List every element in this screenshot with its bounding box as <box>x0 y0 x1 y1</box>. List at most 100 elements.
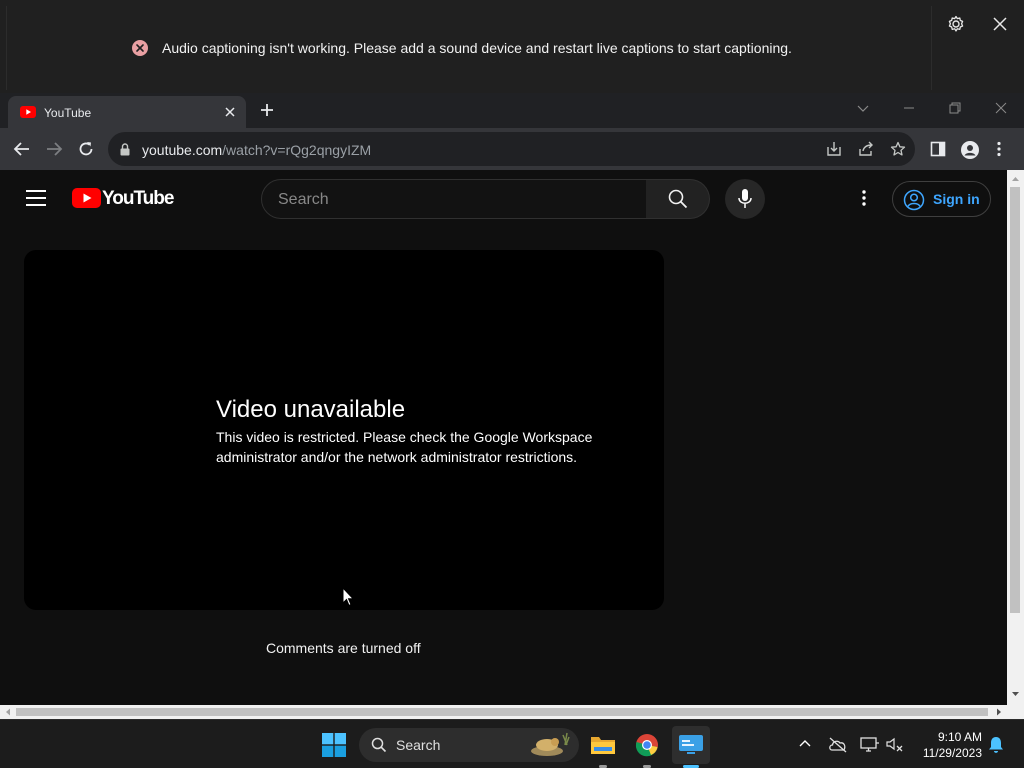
file-explorer-icon <box>591 737 615 754</box>
captions-error-message: Audio captioning isn't working. Please a… <box>162 40 792 56</box>
start-icon <box>322 733 346 757</box>
microphone-icon <box>738 189 752 208</box>
scroll-right-arrow-icon <box>997 708 1001 716</box>
browser-tab-strip: YouTube <box>0 93 1024 128</box>
onedrive-button[interactable] <box>828 737 848 753</box>
youtube-header: YouTube Sign in <box>0 170 1007 226</box>
search-icon <box>668 189 688 209</box>
search-highlight-icon <box>525 731 573 759</box>
youtube-search-button[interactable] <box>646 179 710 219</box>
url-text[interactable]: youtube.com/watch?v=rQg2qngyIZM <box>142 142 371 158</box>
error-icon <box>132 40 148 56</box>
guide-menu-button[interactable] <box>26 190 46 206</box>
voice-search-button[interactable] <box>725 179 765 219</box>
install-icon <box>827 142 841 156</box>
youtube-search-box[interactable] <box>261 179 647 219</box>
chrome-icon <box>635 734 658 757</box>
lock-icon[interactable] <box>120 143 130 156</box>
taskbar-search-label: Search <box>396 737 441 753</box>
search-icon <box>371 737 387 753</box>
live-captions-bar: Audio captioning isn't working. Please a… <box>0 0 1024 93</box>
youtube-logo[interactable]: YouTube <box>72 188 174 209</box>
address-bar[interactable]: youtube.com/watch?v=rQg2qngyIZM <box>108 132 915 166</box>
youtube-page: YouTube Sign in Video unavailable This v… <box>0 170 1007 705</box>
taskbar-clock[interactable]: 9:10 AM 11/29/2023 <box>916 729 982 761</box>
display-button[interactable] <box>860 737 880 753</box>
chrome-menu-button[interactable] <box>996 141 1002 157</box>
clock-time: 9:10 AM <box>937 730 982 744</box>
tab-youtube[interactable]: YouTube <box>8 96 246 128</box>
arrow-right-icon <box>47 142 63 156</box>
arrow-left-icon <box>13 142 29 156</box>
close-icon <box>993 17 1007 31</box>
remote-desktop-button[interactable] <box>672 726 710 768</box>
youtube-play-icon <box>72 188 101 208</box>
comments-status: Comments are turned off <box>266 640 421 656</box>
window-close-button[interactable] <box>994 101 1008 115</box>
reload-icon <box>79 142 93 156</box>
tab-title: YouTube <box>44 106 92 120</box>
start-button[interactable] <box>315 726 353 764</box>
windows-taskbar: Search 9:10 AM 11/29/2023 <box>0 719 1024 768</box>
profile-button[interactable] <box>961 141 979 159</box>
gear-icon <box>948 15 964 32</box>
chrome-button[interactable] <box>628 726 666 768</box>
scroll-up-arrow-icon <box>1012 177 1019 181</box>
captions-settings-button[interactable] <box>946 14 966 34</box>
tab-close-button[interactable] <box>224 106 236 118</box>
star-icon <box>890 141 906 156</box>
bell-icon <box>989 737 1003 753</box>
sign-in-button[interactable]: Sign in <box>892 181 991 217</box>
player-error-message: This video is restricted. Please check t… <box>216 429 593 465</box>
sign-in-label: Sign in <box>933 191 980 207</box>
youtube-icon <box>20 106 36 118</box>
minimize-icon <box>904 107 914 109</box>
youtube-settings-button[interactable] <box>854 188 874 208</box>
more-vertical-icon <box>997 141 1001 157</box>
volume-button[interactable] <box>886 737 904 753</box>
scroll-down-arrow-icon <box>1012 692 1019 696</box>
close-icon <box>225 107 235 117</box>
share-button[interactable] <box>858 141 874 157</box>
youtube-logo-text: YouTube <box>102 188 174 209</box>
captions-close-button[interactable] <box>990 14 1010 34</box>
file-explorer-button[interactable] <box>584 726 622 768</box>
hamburger-line <box>26 197 46 199</box>
forward-button[interactable] <box>45 140 63 158</box>
new-tab-button[interactable] <box>260 103 274 117</box>
player-error-heading: Video unavailable <box>216 396 406 423</box>
taskbar-search[interactable]: Search <box>359 728 579 762</box>
scroll-left-arrow-icon <box>6 708 10 716</box>
youtube-search-input[interactable] <box>278 189 628 211</box>
hamburger-line <box>26 190 46 192</box>
chevron-up-icon <box>799 740 811 747</box>
restore-button[interactable] <box>948 101 962 115</box>
notifications-button[interactable] <box>988 736 1004 754</box>
vertical-scrollbar[interactable] <box>1007 170 1024 705</box>
horizontal-scrollbar-thumb[interactable] <box>16 708 988 716</box>
cloud-off-icon <box>829 737 847 753</box>
reload-button[interactable] <box>77 140 95 158</box>
back-button[interactable] <box>13 140 31 158</box>
url-path: /watch?v=rQg2qngyIZM <box>222 142 372 158</box>
mouse-cursor-icon <box>342 587 354 607</box>
bookmark-button[interactable] <box>890 141 906 157</box>
speaker-muted-icon <box>886 737 903 752</box>
horizontal-scrollbar[interactable] <box>0 705 1007 719</box>
remote-desktop-icon <box>679 735 703 754</box>
plus-icon <box>261 104 273 116</box>
minimize-button[interactable] <box>902 101 916 115</box>
show-hidden-icons-button[interactable] <box>798 737 812 751</box>
video-player[interactable]: Video unavailable This video is restrict… <box>24 250 664 610</box>
install-app-button[interactable] <box>826 141 842 157</box>
restore-icon <box>949 102 961 114</box>
chevron-down-icon <box>857 105 869 112</box>
tab-search-button[interactable] <box>856 101 870 115</box>
account-circle-icon <box>903 189 925 211</box>
browser-toolbar: youtube.com/watch?v=rQg2qngyIZM <box>0 128 1024 170</box>
scrollbar-corner <box>1007 705 1024 719</box>
monitor-icon <box>860 737 879 752</box>
vertical-scrollbar-thumb[interactable] <box>1010 187 1020 613</box>
side-panel-button[interactable] <box>930 141 946 157</box>
clock-date: 11/29/2023 <box>922 746 982 760</box>
